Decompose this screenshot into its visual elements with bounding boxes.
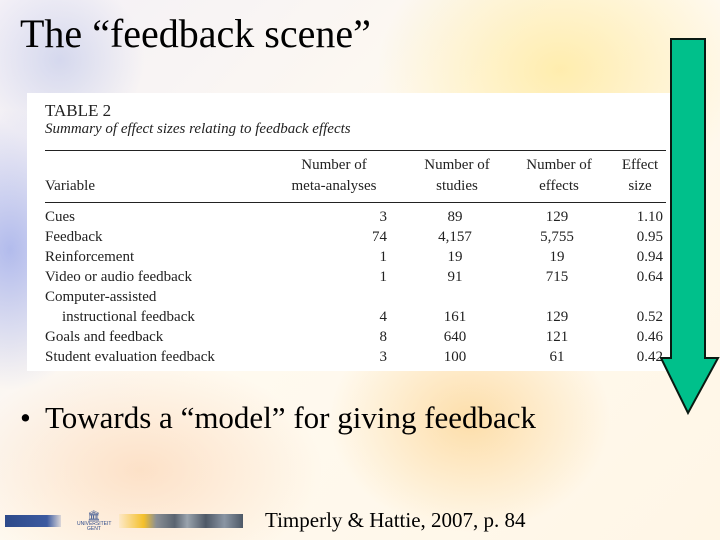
row-effect-size: 0.42 — [636, 349, 663, 365]
row-effects: 715 — [545, 269, 569, 285]
row-studies: 640 — [443, 329, 467, 345]
row-effects: 61 — [549, 349, 565, 365]
row-variable: Student evaluation feedback — [45, 349, 215, 365]
row-variable: Feedback — [45, 229, 103, 245]
table-header-rule — [45, 202, 666, 203]
row-studies: 89 — [447, 209, 463, 225]
row-variable: Video or audio feedback — [45, 269, 192, 285]
row-meta-analyses: 3 — [379, 209, 388, 225]
row-effects: 129 — [545, 309, 569, 325]
logo-left-band — [5, 515, 61, 527]
header-meta-analyses-line2: meta-analyses — [291, 178, 377, 194]
row-meta-analyses: 8 — [379, 329, 388, 345]
citation: Timperly & Hattie, 2007, p. 84 — [265, 508, 526, 532]
logo-photo-strip — [119, 514, 243, 528]
university-logo: 🏛 UNIVERSITEIT GENT — [5, 511, 243, 535]
row-effect-size: 0.95 — [636, 229, 663, 245]
row-variable: Computer-assisted — [45, 289, 157, 305]
header-effects-line1: Number of — [526, 157, 592, 173]
row-variable: Cues — [45, 209, 75, 225]
bullet-point: • Towards a “model” for giving feedback — [20, 400, 536, 436]
row-meta-analyses: 1 — [379, 249, 388, 265]
row-studies: 91 — [447, 269, 463, 285]
table-number: TABLE 2 — [45, 101, 112, 120]
row-variable: Goals and feedback — [45, 329, 164, 345]
logo-text-line2: GENT — [87, 526, 101, 532]
row-effects: 121 — [545, 329, 569, 345]
effect-size-table: TABLE 2 Summary of effect sizes relating… — [27, 93, 675, 371]
arrow-down-icon — [660, 38, 720, 416]
row-effect-size: 1.10 — [636, 209, 663, 225]
bullet-text: Towards a “model” for giving feedback — [45, 400, 537, 435]
row-effects: 19 — [549, 249, 565, 265]
row-variable: Reinforcement — [45, 249, 135, 265]
row-meta-analyses: 4 — [379, 309, 388, 325]
header-meta-analyses-line1: Number of — [301, 157, 367, 173]
header-variable: Variable — [45, 178, 95, 194]
table-caption: Summary of effect sizes relating to feed… — [45, 121, 351, 137]
row-effect-size: 0.46 — [636, 329, 663, 345]
header-effect-size-line2: size — [628, 178, 652, 194]
header-effects-line2: effects — [539, 178, 579, 194]
logo-emblem: 🏛 UNIVERSITEIT GENT — [77, 511, 111, 535]
row-studies: 19 — [447, 249, 463, 265]
row-studies: 100 — [443, 349, 467, 365]
row-effects: 5,755 — [540, 229, 574, 245]
slide-title: The “feedback scene” — [20, 11, 371, 56]
arrow-down-shape — [660, 38, 720, 416]
header-effect-size-line1: Effect — [621, 157, 659, 173]
row-effect-size: 0.52 — [636, 309, 663, 325]
table-top-rule — [45, 150, 666, 151]
row-studies: 161 — [443, 309, 467, 325]
row-effects: 129 — [545, 209, 569, 225]
row-studies: 4,157 — [438, 229, 472, 245]
row-effect-size: 0.94 — [636, 249, 663, 265]
row-meta-analyses: 3 — [379, 349, 388, 365]
bullet-marker: • — [20, 400, 31, 435]
row-meta-analyses: 74 — [372, 229, 387, 245]
row-variable-continued: instructional feedback — [62, 309, 195, 325]
header-studies-line2: studies — [436, 178, 478, 194]
header-studies-line1: Number of — [424, 157, 490, 173]
row-meta-analyses: 1 — [379, 269, 388, 285]
row-effect-size: 0.64 — [636, 269, 663, 285]
